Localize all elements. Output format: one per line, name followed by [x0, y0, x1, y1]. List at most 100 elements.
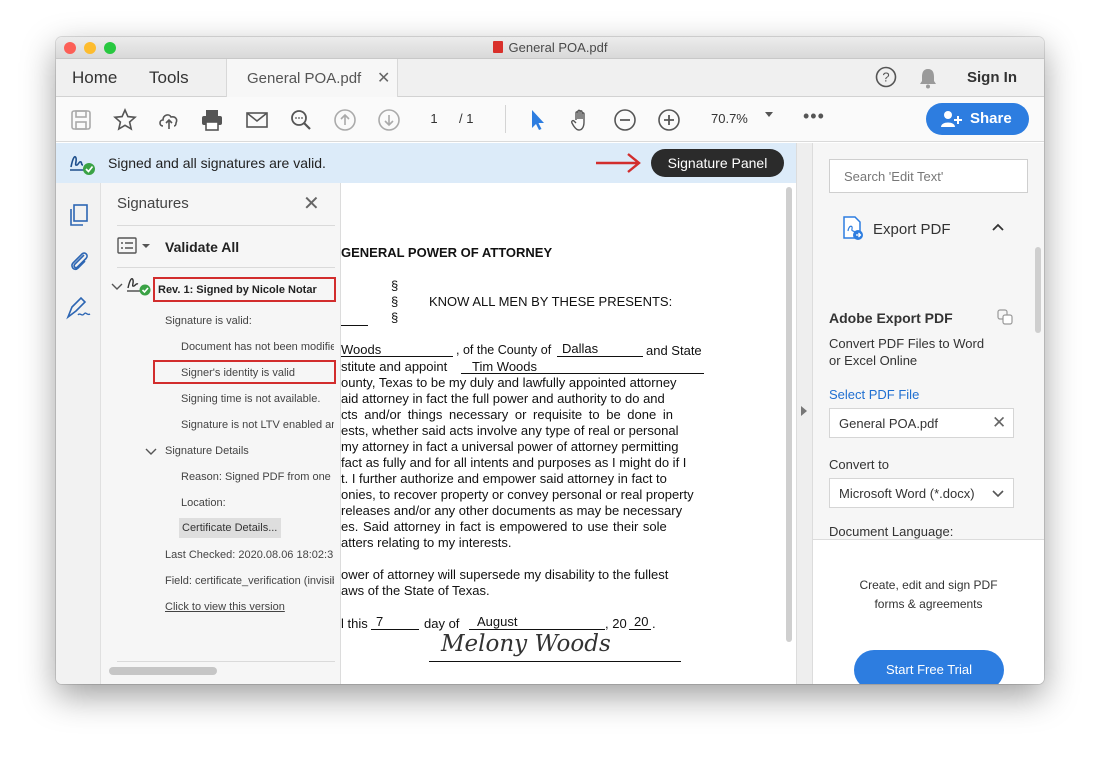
share-button[interactable]: Share	[926, 103, 1029, 135]
chevron-down-icon[interactable]	[111, 282, 123, 292]
signature-valid-icon	[127, 278, 151, 296]
blank-line	[557, 356, 643, 357]
pdf-file-icon	[492, 41, 503, 53]
field-label: Field: certificate_verification (invisib…	[165, 575, 334, 587]
clear-file-icon[interactable]: ✕	[992, 413, 1006, 433]
section-mark: §	[391, 310, 399, 325]
zoom-out-icon[interactable]	[613, 108, 637, 132]
validate-all-button[interactable]: Validate All	[165, 239, 239, 255]
state-text: and State	[646, 343, 702, 358]
signing-time-label: Signing time is not available.	[181, 393, 321, 405]
chevron-down-icon[interactable]	[992, 489, 1004, 498]
chevron-down-icon[interactable]	[765, 112, 773, 117]
document-tab[interactable]: General POA.pdf ✕	[226, 59, 398, 97]
red-arrow-icon	[596, 153, 641, 173]
horizontal-scrollbar[interactable]	[109, 667, 217, 675]
page-number-input[interactable]: 1	[416, 107, 452, 131]
convert-description: Convert PDF Files to Word	[829, 336, 985, 351]
window-title: General POA.pdf	[56, 40, 1044, 55]
panel-divider	[117, 267, 335, 268]
date-day: 7	[376, 614, 384, 629]
zoom-in-icon[interactable]	[657, 108, 681, 132]
identity-valid-label: Signer's identity is valid	[181, 367, 295, 379]
agent-name: Tim Woods	[472, 359, 538, 374]
document-body-line: fact as fully and for all intents and pu…	[341, 455, 687, 470]
signature-pen-icon[interactable]	[64, 295, 92, 321]
format-select[interactable]: Microsoft Word (*.docx)	[829, 478, 1014, 508]
close-icon[interactable]: ✕	[303, 191, 320, 216]
hand-tool-icon[interactable]	[569, 108, 593, 132]
not-modified-label: Document has not been modified	[181, 341, 334, 353]
document-body-line: onies, to recover property or convey per…	[341, 487, 694, 502]
tools-tab[interactable]: Tools	[149, 68, 189, 88]
help-icon[interactable]: ?	[875, 66, 897, 88]
email-icon[interactable]	[245, 108, 269, 132]
revision-label[interactable]: Rev. 1: Signed by Nicole Notar	[158, 284, 317, 296]
promo-text: forms & agreements	[874, 597, 983, 611]
print-icon[interactable]	[200, 108, 224, 132]
chevron-down-icon[interactable]	[145, 447, 157, 457]
star-icon[interactable]	[113, 108, 137, 132]
save-icon[interactable]	[69, 108, 93, 132]
right-panel-divider[interactable]	[796, 143, 813, 684]
home-tab[interactable]: Home	[72, 68, 117, 88]
last-checked-label: Last Checked: 2020.08.06 18:02:3	[165, 549, 334, 561]
copy-icon[interactable]	[997, 309, 1013, 325]
date-year: 20	[634, 614, 649, 629]
cloud-upload-icon[interactable]	[157, 108, 181, 132]
app-window: General POA.pdf Home Tools General POA.p…	[56, 37, 1044, 684]
document-body-line: atters relating to my interests.	[341, 535, 512, 550]
previous-page-icon[interactable]	[333, 108, 357, 132]
attachment-icon[interactable]	[68, 249, 90, 273]
date-month: August	[477, 614, 518, 629]
signature-panel-button[interactable]: Signature Panel	[651, 149, 784, 177]
collapse-arrow-icon[interactable]	[801, 406, 807, 416]
document-tab-label: General POA.pdf	[247, 70, 362, 87]
convert-description: or Excel Online	[829, 353, 918, 368]
signature-details-toggle[interactable]: Signature Details	[165, 445, 249, 457]
right-panel-scrollbar[interactable]	[1035, 247, 1041, 333]
principal-name: Woods	[341, 342, 382, 357]
start-free-trial-button[interactable]: Start Free Trial	[854, 650, 1004, 684]
menu-bar: Home Tools General POA.pdf ✕ ? Sign In	[56, 59, 1044, 97]
document-body-line: es. Said attorney in fact is empowered t…	[341, 519, 667, 534]
promo-section: Create, edit and sign PDF forms & agreem…	[813, 540, 1044, 684]
ltv-label: Signature is not LTV enabled and will ex…	[181, 419, 334, 431]
find-icon[interactable]	[289, 108, 313, 132]
export-pdf-header[interactable]: Export PDF	[829, 205, 1028, 253]
pages-icon[interactable]	[68, 203, 90, 227]
select-pdf-link[interactable]: Select PDF File	[829, 387, 919, 402]
zoom-level-select[interactable]: 70.7%	[703, 107, 783, 131]
county-value: Dallas	[562, 341, 599, 356]
chevron-up-icon[interactable]	[991, 222, 1005, 232]
panel-divider	[117, 661, 335, 662]
selected-file-field[interactable]: General POA.pdf ✕	[829, 408, 1014, 438]
location-label: Location:	[181, 497, 226, 509]
document-scrollbar[interactable]	[786, 187, 792, 642]
view-version-link[interactable]: Click to view this version	[165, 601, 285, 613]
signature-line	[429, 661, 681, 662]
window-title-text: General POA.pdf	[508, 40, 608, 55]
reason-label: Reason: Signed PDF from one	[181, 471, 331, 483]
bell-icon[interactable]	[918, 67, 938, 89]
svg-text:?: ?	[882, 70, 889, 85]
toolbar-divider	[505, 105, 506, 133]
more-tools-button[interactable]: •••	[803, 106, 825, 127]
signature-status-text: Signed and all signatures are valid.	[108, 155, 326, 171]
close-tab-icon[interactable]: ✕	[377, 68, 390, 88]
signatures-panel: Signatures ✕ Validate All Rev. 1: Signed…	[101, 183, 341, 684]
document-page: GENERAL POWER OF ATTORNEY § § § KNOW ALL…	[341, 183, 796, 684]
next-page-icon[interactable]	[377, 108, 401, 132]
signatures-panel-title: Signatures	[117, 195, 189, 212]
select-tool-icon[interactable]	[526, 108, 550, 132]
blank-line	[469, 629, 605, 630]
date-end: .	[652, 616, 656, 631]
search-input[interactable]: Search 'Edit Text'	[829, 159, 1028, 193]
sign-in-button[interactable]: Sign In	[967, 69, 1017, 86]
document-heading: GENERAL POWER OF ATTORNEY	[341, 245, 553, 260]
options-menu-icon[interactable]	[117, 237, 153, 255]
certificate-details-button[interactable]: Certificate Details...	[179, 518, 281, 538]
promo-text: Create, edit and sign PDF	[859, 578, 998, 592]
convert-to-label: Convert to	[829, 457, 889, 472]
document-body-line: ests, whether said acts involve any type…	[341, 423, 679, 438]
